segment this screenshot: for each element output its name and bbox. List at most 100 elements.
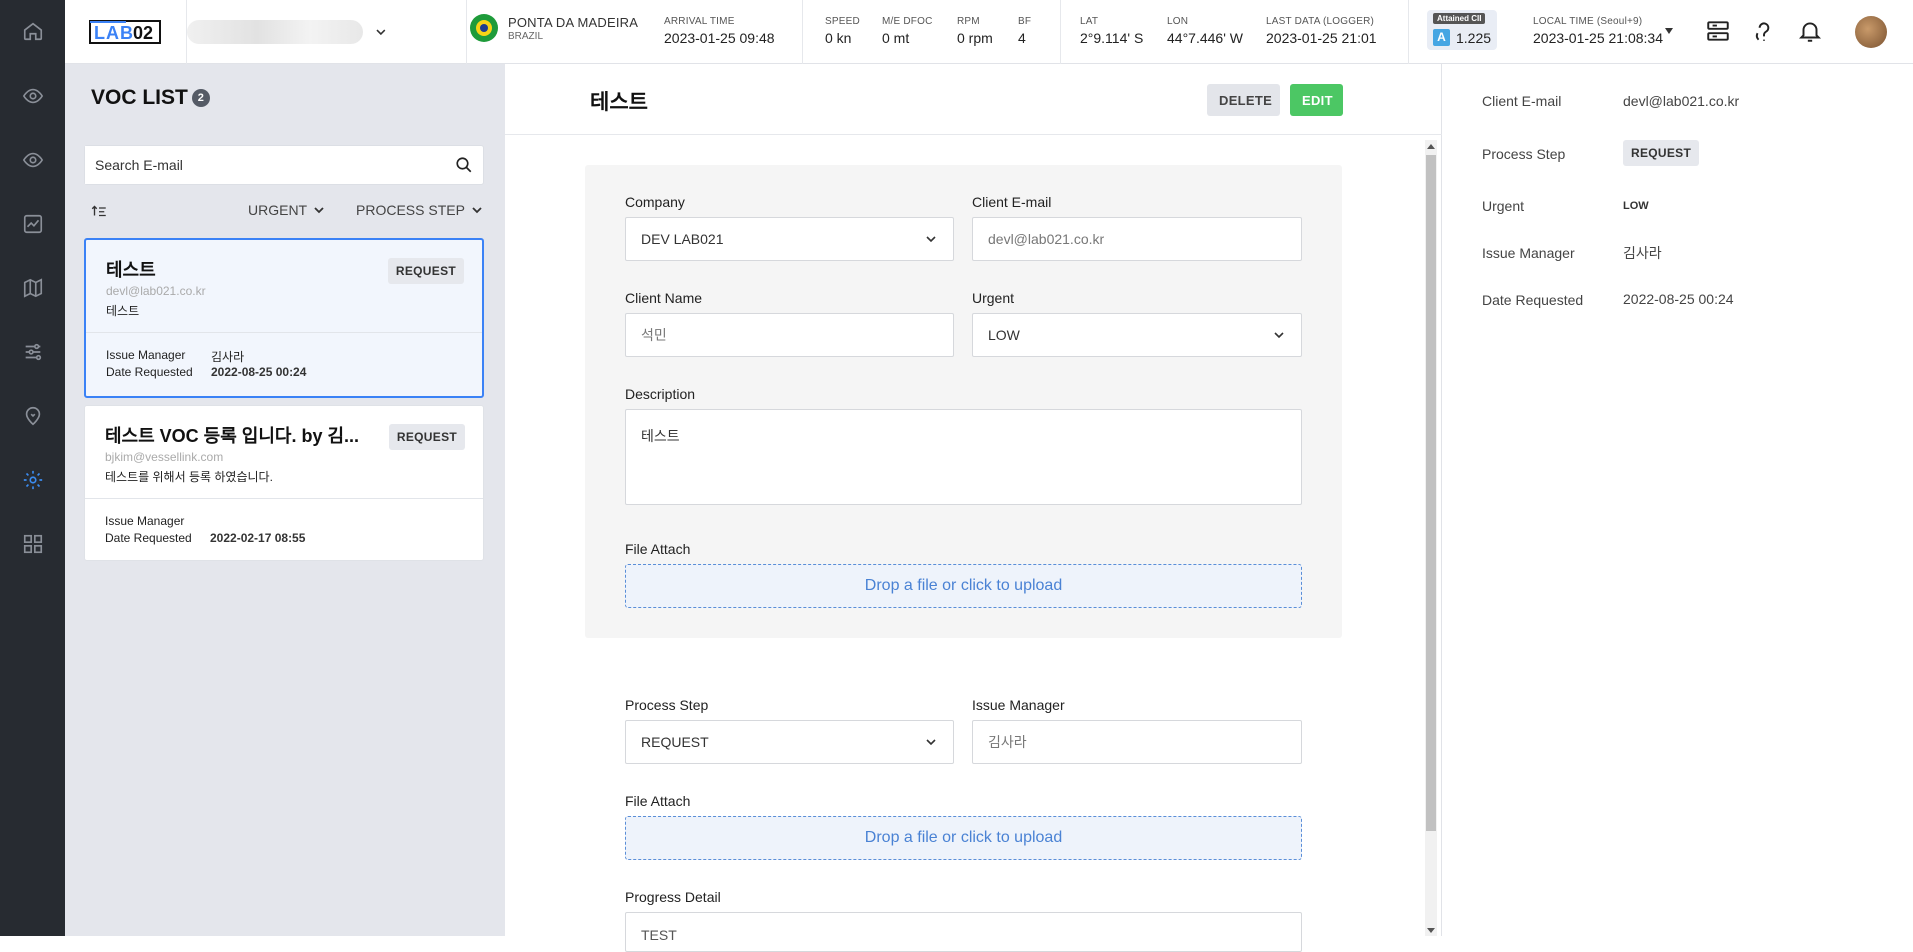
- chevron-down-icon: [376, 29, 386, 36]
- location-icon[interactable]: [19, 402, 47, 430]
- chevron-down-icon: [1274, 332, 1284, 339]
- caret-down-icon[interactable]: [1665, 28, 1673, 34]
- bf-stat: BF 4: [1018, 16, 1032, 46]
- voc-card-email: devl@lab021.co.kr: [106, 284, 206, 298]
- voc-count-badge: 2: [191, 89, 210, 108]
- eye-icon[interactable]: [19, 82, 47, 110]
- eye-icon-2[interactable]: [19, 146, 47, 174]
- date-requested-label: Date Requested: [105, 531, 192, 545]
- arrival-time: ARRIVAL TIME 2023-01-25 09:48: [664, 16, 775, 46]
- process-step-filter-dropdown[interactable]: PROCESS STEP: [356, 202, 483, 218]
- summary-process-step-label: Process Step: [1482, 146, 1566, 162]
- port-name: PONTA DA MADEIRA: [508, 14, 639, 30]
- port-country: BRAZIL: [508, 30, 544, 42]
- progress-detail-textarea[interactable]: TEST: [625, 912, 1302, 952]
- sort-icon[interactable]: [90, 202, 108, 220]
- search-icon[interactable]: [455, 156, 473, 174]
- date-requested-value: 2022-08-25 00:24: [211, 365, 307, 379]
- local-time[interactable]: LOCAL TIME (Seoul+9) 2023-01-25 21:08:34: [1533, 16, 1663, 46]
- issue-manager-label: Issue Manager: [972, 697, 1065, 713]
- detail-title: 테스트: [590, 91, 648, 114]
- status-badge: REQUEST: [388, 424, 465, 450]
- home-icon[interactable]: [19, 17, 47, 45]
- file-attach-label: File Attach: [625, 541, 691, 557]
- edit-button[interactable]: EDIT: [1290, 84, 1343, 116]
- voc-card-title: 테스트 VOC 등록 입니다. by 김...: [105, 426, 360, 446]
- top-bar: LAB 02 PONTA DA MADEIRA BRAZIL ARRIVAL T…: [65, 0, 1913, 64]
- vessel-name-blurred: [187, 20, 364, 44]
- cii-badge[interactable]: Attained CII A 1.225: [1427, 10, 1497, 50]
- voc-card-selected[interactable]: 테스트 REQUEST devl@lab021.co.kr 테스트 Issue …: [84, 238, 484, 398]
- voc-card-title: 테스트: [106, 260, 156, 280]
- scrollbar-thumb[interactable]: [1426, 155, 1436, 831]
- avatar[interactable]: [1855, 16, 1887, 48]
- bell-icon[interactable]: [1797, 18, 1823, 44]
- date-requested-label: Date Requested: [106, 365, 193, 379]
- voc-detail-panel: 테스트 DELETE EDIT Company DEV LAB021 Clien…: [505, 64, 1442, 952]
- issue-manager-label: Issue Manager: [105, 514, 185, 528]
- issue-manager-value: 김사라: [211, 350, 245, 364]
- voc-list-panel: VOC LIST2 URGENT PROCESS STEP 테스트 REQUES…: [65, 64, 505, 936]
- svg-text:02: 02: [133, 23, 153, 43]
- chevron-down-icon: [314, 207, 324, 214]
- grid-icon[interactable]: [19, 530, 47, 558]
- urgent-select[interactable]: LOW: [972, 313, 1302, 357]
- delete-button[interactable]: DELETE: [1207, 84, 1280, 116]
- settings-icon[interactable]: [19, 466, 47, 494]
- lab021-logo[interactable]: LAB 02: [89, 18, 161, 46]
- process-step-select[interactable]: REQUEST: [625, 720, 954, 764]
- client-email-label: Client E-mail: [972, 194, 1052, 210]
- cii-value: 1.225: [1456, 30, 1492, 46]
- search-box: [84, 145, 484, 185]
- file-dropzone-2[interactable]: Drop a file or click to upload: [625, 816, 1302, 860]
- chevron-down-icon: [926, 236, 936, 243]
- scroll-down-arrow[interactable]: [1427, 928, 1435, 933]
- chevron-down-icon: [472, 207, 482, 214]
- client-email-field[interactable]: devl@lab021.co.kr: [972, 217, 1302, 261]
- scrollbar[interactable]: [1425, 140, 1437, 936]
- server-icon[interactable]: [1705, 18, 1731, 44]
- chart-icon[interactable]: [19, 210, 47, 238]
- scroll-up-arrow[interactable]: [1427, 144, 1435, 149]
- client-name-field[interactable]: 석민: [625, 313, 954, 357]
- process-step-label: Process Step: [625, 697, 709, 713]
- date-requested-value: 2022-02-17 08:55: [210, 531, 306, 545]
- help-icon[interactable]: [1751, 18, 1777, 44]
- summary-status-badge: REQUEST: [1623, 140, 1700, 166]
- summary-urgent-value: LOW: [1623, 200, 1649, 212]
- cii-grade: A: [1433, 29, 1450, 46]
- vessel-select[interactable]: [187, 14, 387, 50]
- issue-manager-field[interactable]: 김사라: [972, 720, 1302, 764]
- issue-manager-label: Issue Manager: [106, 348, 186, 362]
- port-info: PONTA DA MADEIRA BRAZIL: [470, 14, 638, 42]
- description-label: Description: [625, 386, 696, 402]
- brazil-flag-icon: [470, 14, 498, 42]
- svg-text:LAB: LAB: [94, 23, 134, 43]
- client-name-label: Client Name: [625, 290, 703, 306]
- voc-list-title: VOC LIST 2: [91, 86, 210, 110]
- urgent-filter-dropdown[interactable]: URGENT: [248, 202, 325, 218]
- lat-stat: LAT 2°9.114' S: [1080, 16, 1144, 46]
- progress-detail-label: Progress Detail: [625, 889, 721, 905]
- summary-client-email-value: devl@lab021.co.kr: [1623, 93, 1740, 109]
- dfoc-stat: M/E DFOC 0 mt: [882, 16, 933, 46]
- map-icon[interactable]: [19, 274, 47, 302]
- description-textarea[interactable]: 테스트: [625, 409, 1302, 505]
- summary-issue-manager-label: Issue Manager: [1482, 245, 1575, 261]
- file-dropzone[interactable]: Drop a file or click to upload: [625, 564, 1302, 608]
- urgent-label: Urgent: [972, 290, 1015, 306]
- sliders-icon[interactable]: [19, 338, 47, 366]
- search-input[interactable]: [85, 146, 425, 184]
- voc-summary-panel: Client E-mail devl@lab021.co.kr Process …: [1442, 64, 1913, 936]
- voc-card-email: bjkim@vessellink.com: [105, 450, 224, 464]
- voc-card-desc: 테스트를 위해서 등록 하였습니다.: [105, 470, 273, 484]
- lon-stat: LON 44°7.446' W: [1167, 16, 1243, 46]
- summary-date-label: Date Requested: [1482, 292, 1584, 308]
- voc-card-desc: 테스트: [106, 304, 140, 318]
- file-attach-label-2: File Attach: [625, 793, 691, 809]
- speed-stat: SPEED 0 kn: [825, 16, 860, 46]
- summary-urgent-label: Urgent: [1482, 198, 1525, 214]
- voc-card[interactable]: 테스트 VOC 등록 입니다. by 김... REQUEST bjkim@ve…: [84, 405, 484, 561]
- summary-date-value: 2022-08-25 00:24: [1623, 291, 1734, 307]
- company-select[interactable]: DEV LAB021: [625, 217, 954, 261]
